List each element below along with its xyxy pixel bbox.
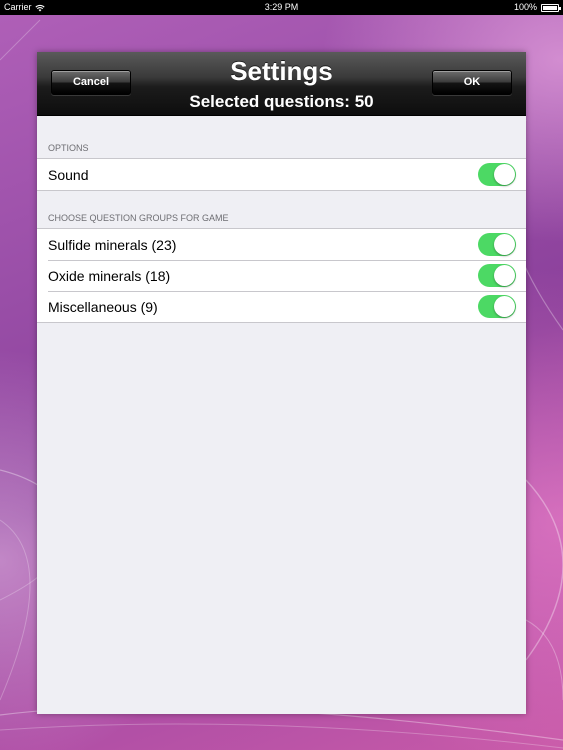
toggle-knob: [494, 296, 515, 317]
toggle-knob: [494, 164, 515, 185]
sound-label: Sound: [48, 166, 89, 183]
question-groups-group: Sulfide minerals (23) Oxide minerals (18…: [37, 228, 526, 323]
modal-header: Cancel Settings Selected questions: 50 O…: [37, 52, 526, 116]
battery-icon: [541, 3, 561, 12]
oxide-label: Oxide minerals (18): [48, 267, 171, 284]
group-row-sulfide: Sulfide minerals (23): [37, 229, 526, 260]
miscellaneous-label: Miscellaneous (9): [48, 298, 158, 315]
selected-questions-label: Selected questions: 50: [189, 92, 374, 111]
battery-percent: 100%: [513, 2, 537, 12]
miscellaneous-toggle[interactable]: [478, 295, 516, 318]
status-time: 3:29 PM: [264, 2, 299, 12]
sound-row: Sound: [37, 159, 526, 190]
question-groups-section-header: CHOOSE QUESTION GROUPS FOR GAME: [48, 213, 229, 223]
sulfide-toggle[interactable]: [478, 233, 516, 256]
ok-button[interactable]: OK: [432, 70, 512, 95]
sulfide-label: Sulfide minerals (23): [48, 236, 177, 253]
options-group: Sound: [37, 158, 526, 191]
group-row-miscellaneous: Miscellaneous (9): [37, 291, 526, 322]
sound-toggle[interactable]: [478, 163, 516, 186]
battery-fill: [543, 5, 557, 10]
status-right: 100%: [513, 0, 561, 15]
settings-modal: Cancel Settings Selected questions: 50 O…: [37, 52, 526, 714]
options-section-header: OPTIONS: [48, 143, 89, 153]
toggle-knob: [494, 265, 515, 286]
status-bar: Carrier 3:29 PM 100%: [0, 0, 563, 15]
toggle-knob: [494, 234, 515, 255]
group-row-oxide: Oxide minerals (18): [37, 260, 526, 291]
oxide-toggle[interactable]: [478, 264, 516, 287]
